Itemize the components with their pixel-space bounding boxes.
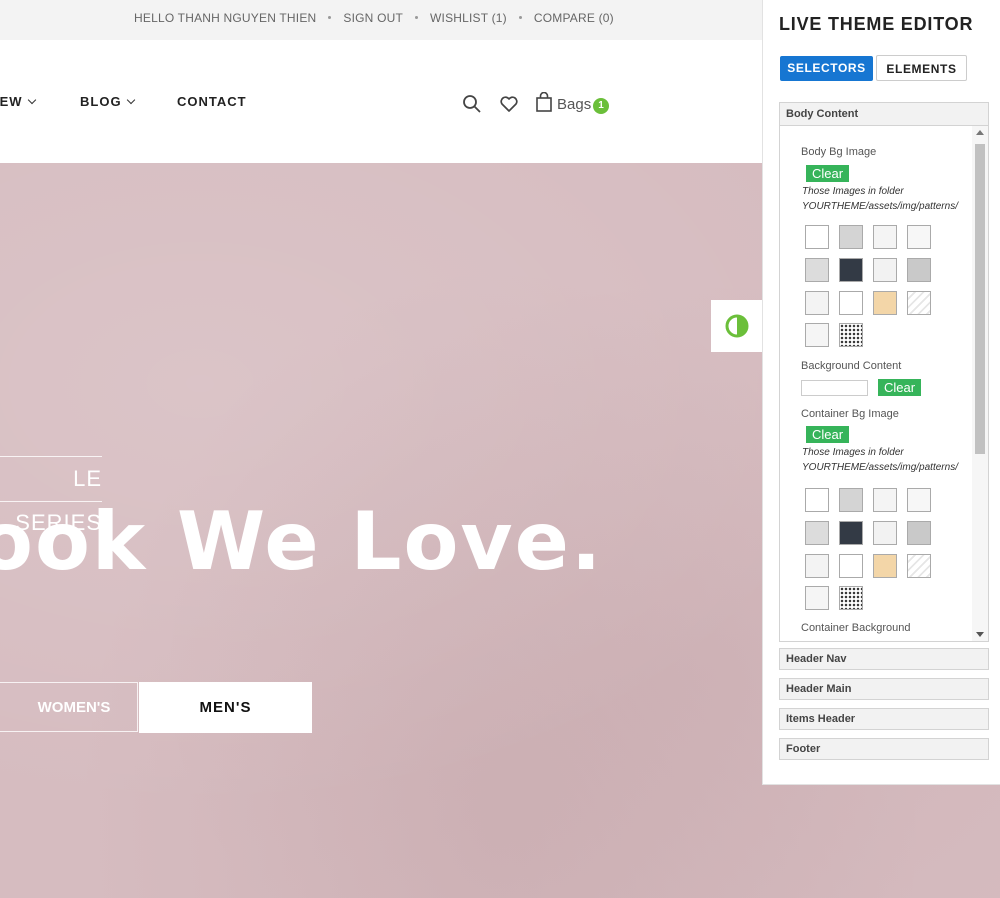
nav-item-label: BLOG [80,94,122,109]
section-scroll-area[interactable]: Body Bg Image Clear Those Images in fold… [780,126,973,641]
folder-note-line: Those Images in folder [802,447,904,458]
nav-item-contact[interactable]: CONTACT [177,94,247,109]
nav-item-label: IEW [0,94,23,109]
compare-link[interactable]: COMPARE (0) [534,11,614,25]
pattern-swatch-dark-navy[interactable] [839,521,863,545]
folder-note: Those Images in folder YOURTHEME/assets/… [802,445,958,475]
pattern-swatch-grey-noise[interactable] [907,258,931,282]
pattern-swatch-grey-noise[interactable] [907,521,931,545]
folder-note-path: YOURTHEME/assets/img/patterns/ [802,462,958,473]
contrast-icon [725,314,749,338]
pattern-swatch-light-speckle[interactable] [873,521,897,545]
bag-count-badge: 1 [593,98,609,114]
section-items-header[interactable]: Items Header [779,708,989,730]
hero-headline: ook We Love. [0,495,604,588]
pattern-swatch-white[interactable] [805,225,829,249]
section-header-nav[interactable]: Header Nav [779,648,989,670]
pattern-swatch-dots-dark[interactable] [839,586,863,610]
separator-dot [328,16,332,20]
tab-selectors[interactable]: SELECTORS [780,56,873,81]
heart-icon[interactable] [499,94,519,118]
background-content-input[interactable] [801,380,868,396]
pattern-swatch-white-2[interactable] [907,225,931,249]
womens-button[interactable]: WOMEN'S [0,682,138,732]
section-header-main[interactable]: Header Main [779,678,989,700]
bags-label[interactable]: Bags [557,96,591,113]
folder-note-path: YOURTHEME/assets/img/patterns/ [802,201,958,212]
body-content-section: Body Content Body Bg Image Clear Those I… [779,102,989,642]
pattern-swatch-light-diagonal[interactable] [805,554,829,578]
pattern-swatch-dots-dark[interactable] [839,323,863,347]
clear-button[interactable]: Clear [806,165,850,182]
nav-item-view[interactable]: IEW [0,94,36,109]
pattern-swatch-wood-tan[interactable] [873,554,897,578]
pattern-swatch-grey-texture[interactable] [805,258,829,282]
section-header-body-content[interactable]: Body Content [780,103,988,126]
pattern-swatch-marble[interactable] [873,488,897,512]
account-links: HELLO THANH NGUYEN THIEN SIGN OUT WISHLIST… [134,11,614,25]
pattern-swatch-white-2[interactable] [907,488,931,512]
scrollbar-thumb[interactable] [975,144,985,454]
pattern-swatch-circles[interactable] [805,323,829,347]
live-theme-editor-panel: LIVE THEME EDITOR SELECTORS ELEMENTS Bod… [762,0,1000,785]
clear-button[interactable]: Clear [806,426,850,443]
site-header: IEW BLOG CONTACT Bags 1 [0,40,762,163]
nav-item-label: CONTACT [177,94,247,109]
container-background-label: Container Background [801,622,911,634]
tab-elements[interactable]: ELEMENTS [876,55,967,81]
wishlist-link[interactable]: WISHLIST (1) [430,11,507,25]
pattern-swatch-dark-navy[interactable] [839,258,863,282]
scroll-up-arrow-icon[interactable] [976,130,984,135]
pattern-swatch-light-speckle[interactable] [873,258,897,282]
bag-icon[interactable] [535,91,553,116]
background-content-label: Background Content [801,360,902,372]
pattern-swatch-circles[interactable] [805,586,829,610]
chevron-down-icon [126,95,135,105]
folder-note-line: Those Images in folder [802,186,904,197]
nav-item-blog[interactable]: BLOG [80,94,135,109]
pattern-swatch-light-grey[interactable] [839,488,863,512]
search-icon[interactable] [462,94,482,118]
section-footer[interactable]: Footer [779,738,989,760]
scroll-down-arrow-icon[interactable] [976,632,984,637]
separator-dot [415,16,419,20]
body-bg-image-label: Body Bg Image [801,146,877,158]
theme-editor-toggle[interactable] [711,300,762,352]
pattern-swatch-white-3[interactable] [839,291,863,315]
pattern-swatch-wood-tan[interactable] [873,291,897,315]
clear-button[interactable]: Clear [878,379,922,396]
panel-title: LIVE THEME EDITOR [779,14,974,34]
sign-out-link[interactable]: SIGN OUT [343,11,403,25]
pattern-swatch-white[interactable] [805,488,829,512]
container-bg-image-label: Container Bg Image [801,408,899,420]
pattern-swatch-marble[interactable] [873,225,897,249]
pattern-swatch-grey-texture[interactable] [805,521,829,545]
separator-dot [518,16,522,20]
greeting-text: HELLO THANH NGUYEN THIEN [134,11,317,25]
pattern-swatch-white-3[interactable] [839,554,863,578]
chevron-down-icon [27,95,36,105]
section-scrollbar[interactable] [972,126,988,641]
pattern-swatch-light-grey[interactable] [839,225,863,249]
pattern-swatch-stripe[interactable] [907,554,931,578]
mens-button[interactable]: MEN'S [139,682,312,733]
pattern-swatch-stripe[interactable] [907,291,931,315]
pattern-swatch-light-diagonal[interactable] [805,291,829,315]
folder-note: Those Images in folder YOURTHEME/assets/… [802,184,958,214]
